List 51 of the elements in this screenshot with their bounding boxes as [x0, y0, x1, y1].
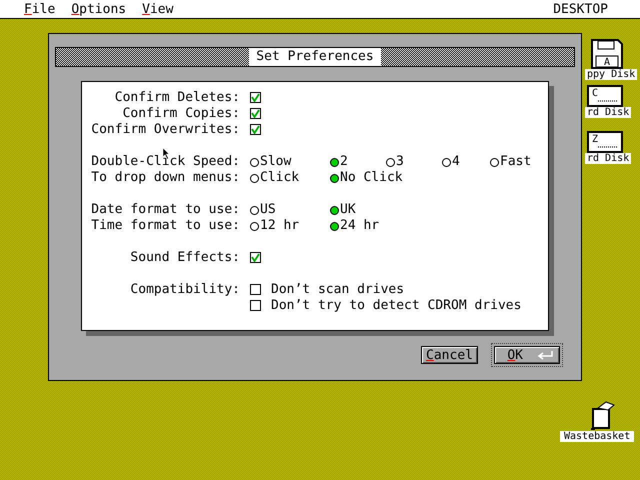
option-label[interactable]: Don’t try to detect CDROM drives	[271, 298, 522, 314]
setting-label: Confirm Overwrites:	[90, 122, 240, 138]
checkbox[interactable]	[250, 252, 261, 263]
option-label[interactable]: Click	[260, 170, 300, 186]
return-key-icon	[535, 350, 555, 360]
cancel-button[interactable]: Cancel	[421, 346, 478, 364]
option-label[interactable]: Don’t scan drives	[271, 282, 404, 298]
option-label[interactable]: Slow	[260, 154, 292, 170]
setting-label: Time format to use:	[90, 218, 240, 234]
option-label[interactable]: Fast	[500, 154, 532, 170]
setting-label: Confirm Copies:	[122, 106, 240, 122]
radio-button[interactable]	[330, 158, 339, 166]
radio-button[interactable]	[386, 158, 395, 166]
setting-label: To drop down menus:	[90, 170, 240, 186]
option-label[interactable]: 3	[396, 154, 404, 170]
setting-label: Sound Effects:	[129, 250, 240, 266]
checkbox[interactable]	[250, 300, 261, 311]
icon-label: rd Disk	[585, 153, 632, 164]
radio-button[interactable]	[330, 206, 339, 214]
option-label[interactable]: 2	[340, 154, 348, 170]
icon-label: Wastebasket	[560, 431, 634, 442]
checkbox[interactable]	[250, 284, 261, 295]
icon-label: rd Disk	[585, 107, 632, 118]
checkbox[interactable]	[250, 108, 261, 119]
setting-label: Compatibility:	[129, 282, 240, 298]
radio-button[interactable]	[250, 174, 259, 182]
radio-button[interactable]	[442, 158, 451, 166]
setting-label: Confirm Deletes:	[114, 90, 240, 106]
icon-label: ppy Disk	[585, 69, 638, 80]
menu-item[interactable]: File	[24, 2, 56, 16]
radio-button[interactable]	[250, 206, 259, 214]
checkbox[interactable]	[250, 124, 261, 135]
menu-item[interactable]: Options	[71, 2, 126, 16]
checkbox[interactable]	[250, 92, 261, 103]
desktop-title: DESKTOP	[553, 2, 608, 16]
radio-button[interactable]	[330, 222, 339, 230]
option-label[interactable]: US	[260, 202, 276, 218]
option-label[interactable]: 24 hr	[340, 218, 380, 234]
menu-item[interactable]: View	[142, 2, 174, 16]
setting-label: Date format to use:	[90, 202, 240, 218]
option-label[interactable]: UK	[340, 202, 356, 218]
ok-button[interactable]: OK	[494, 346, 560, 364]
radio-button[interactable]	[250, 222, 259, 230]
radio-button[interactable]	[330, 174, 339, 182]
option-label[interactable]: No Click	[340, 170, 403, 186]
option-label[interactable]: 4	[452, 154, 460, 170]
option-label[interactable]: 12 hr	[260, 218, 300, 234]
dialog-title: Set Preferences	[249, 48, 381, 66]
radio-button[interactable]	[250, 158, 259, 166]
radio-button[interactable]	[490, 158, 499, 166]
setting-label: Double-Click Speed:	[90, 154, 240, 170]
